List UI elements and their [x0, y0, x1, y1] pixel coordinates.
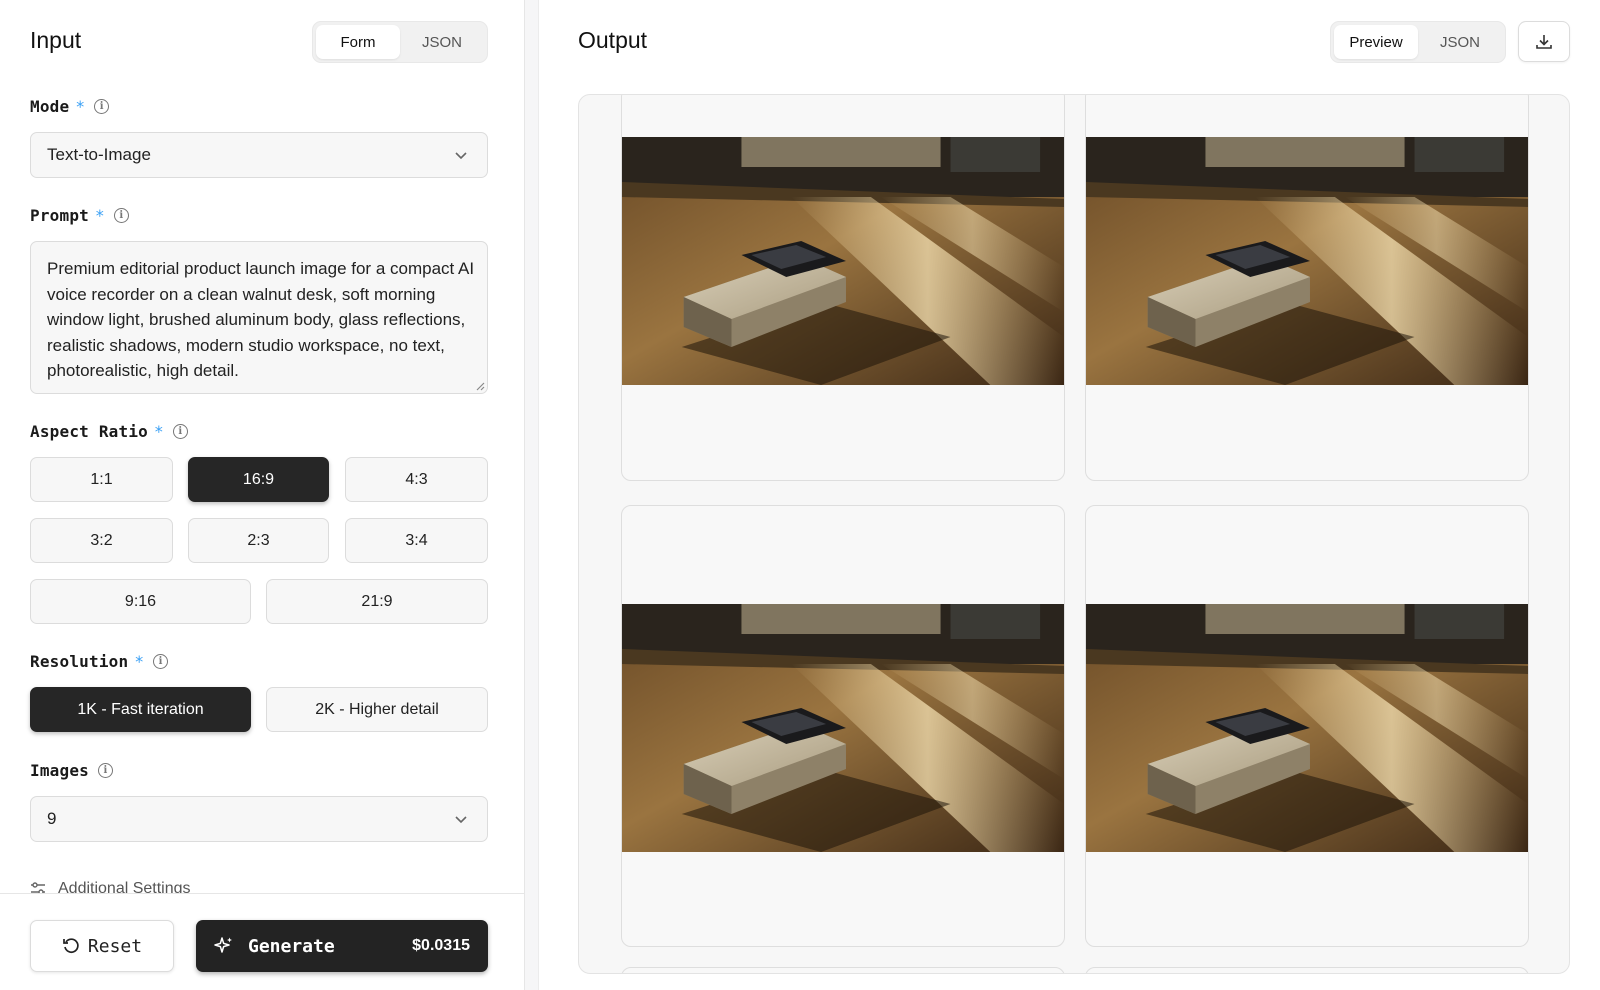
output-title: Output [578, 27, 648, 53]
tab-form[interactable]: Form [316, 25, 400, 59]
generate-button[interactable]: Generate $0.0315 [196, 920, 488, 972]
aspect-option-4-3[interactable]: 4:3 [345, 457, 488, 502]
prompt-input[interactable]: Premium editorial product launch image f… [30, 241, 488, 394]
aspect-option-2-3[interactable]: 2:3 [188, 518, 329, 563]
tab-output-json[interactable]: JSON [1418, 25, 1502, 59]
output-image-card[interactable] [1085, 505, 1529, 947]
resolution-option-1k[interactable]: 1K - Fast iteration [30, 687, 251, 732]
output-image[interactable] [622, 604, 1064, 852]
info-icon[interactable]: i [113, 208, 129, 223]
sparkle-icon [214, 937, 232, 953]
tab-json[interactable]: JSON [400, 25, 484, 59]
output-image[interactable] [1086, 137, 1528, 385]
images-select[interactable]: 9 [30, 796, 488, 842]
generate-price: $0.0315 [412, 937, 470, 954]
output-image[interactable] [622, 137, 1064, 385]
resolution-option-2k[interactable]: 2K - Higher detail [266, 687, 488, 732]
output-image-card[interactable] [621, 967, 1065, 973]
panel-divider[interactable] [525, 0, 539, 990]
input-view-toggle: Form JSON [312, 21, 488, 63]
chevron-down-icon [455, 816, 467, 824]
mode-select[interactable]: Text-to-Image [30, 132, 488, 178]
output-image-card[interactable] [1085, 95, 1529, 481]
reset-icon [63, 938, 79, 954]
aspect-option-9-16[interactable]: 9:16 [30, 579, 251, 624]
info-icon[interactable]: i [98, 763, 113, 778]
aspect-ratio-label: Aspect Ratio * i [30, 422, 188, 441]
download-button[interactable] [1518, 21, 1570, 62]
input-title: Input [30, 27, 82, 53]
info-icon[interactable]: i [153, 654, 169, 669]
output-gallery [578, 94, 1570, 974]
output-image-card[interactable] [621, 505, 1065, 947]
aspect-option-16-9[interactable]: 16:9 [188, 457, 329, 502]
output-image-card[interactable] [621, 95, 1065, 481]
generated-image [1086, 137, 1528, 385]
images-label: Images i [30, 761, 113, 780]
aspect-option-21-9[interactable]: 21:9 [266, 579, 488, 624]
resize-handle-icon[interactable] [473, 379, 485, 391]
tab-preview[interactable]: Preview [1334, 25, 1418, 59]
aspect-option-3-2[interactable]: 3:2 [30, 518, 173, 563]
prompt-label: Prompt * i [30, 206, 129, 225]
chevron-down-icon [455, 152, 467, 160]
output-view-toggle: Preview JSON [1330, 21, 1506, 63]
input-panel: Input Form JSON Mode * i Text-to-Image P… [0, 0, 525, 990]
generated-image [1086, 604, 1528, 852]
aspect-option-3-4[interactable]: 3:4 [345, 518, 488, 563]
mode-value: Text-to-Image [47, 145, 151, 164]
info-icon[interactable]: i [94, 99, 110, 114]
output-image-card[interactable] [1085, 967, 1529, 973]
resolution-label: Resolution * i [30, 652, 169, 671]
images-value: 9 [47, 809, 57, 828]
prompt-value: Premium editorial product launch image f… [47, 259, 475, 380]
generated-image [622, 604, 1064, 852]
info-icon[interactable]: i [172, 424, 188, 439]
generated-image [622, 137, 1064, 385]
output-image[interactable] [1086, 604, 1528, 852]
aspect-option-1-1[interactable]: 1:1 [30, 457, 173, 502]
mode-label: Mode * i [30, 97, 110, 116]
reset-button[interactable]: Reset [30, 920, 174, 972]
download-icon [1536, 34, 1552, 49]
